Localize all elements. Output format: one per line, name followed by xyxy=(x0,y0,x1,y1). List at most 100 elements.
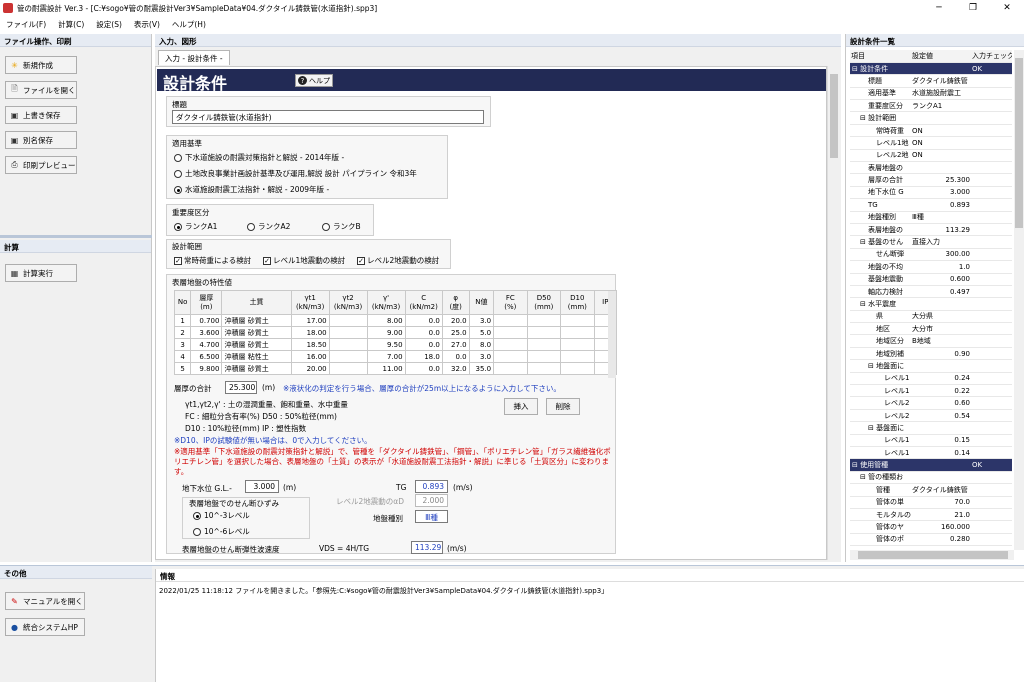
conditions-row[interactable]: ⊟ 水平震度 xyxy=(850,297,1012,311)
pane-divider[interactable] xyxy=(0,235,152,238)
soil-cell[interactable] xyxy=(526,362,562,375)
soil-cell[interactable] xyxy=(328,362,368,375)
soil-cell[interactable] xyxy=(526,350,562,363)
conditions-row[interactable]: 県大分県 xyxy=(850,310,1012,324)
form-scrollbar[interactable] xyxy=(827,66,839,560)
soil-row[interactable]: 3 4.700 沖積層 砂質土 18.50 9.50 0.0 27.0 8.0 xyxy=(173,338,618,351)
menu-help[interactable]: ヘルプ(H) xyxy=(166,19,212,30)
conditions-row[interactable]: 地下水位 G 3.000 xyxy=(850,186,1012,200)
conditions-row[interactable]: レベル1地 ON xyxy=(850,136,1012,150)
soil-cell[interactable] xyxy=(560,350,595,363)
standard-option-sewer[interactable]: 下水道施設の耐震対策指針と解説 - 2014年版 - xyxy=(174,152,344,163)
conditions-row[interactable]: レベル2地 ON xyxy=(850,149,1012,163)
soil-cell[interactable]: 3.0 xyxy=(468,314,495,327)
new-file-button[interactable]: ✳ 新規作成 xyxy=(5,56,77,74)
soil-cell[interactable]: 18.50 xyxy=(290,338,330,351)
soil-row[interactable]: 5 9.800 沖積層 砂質土 20.00 11.00 0.0 32.0 35.0 xyxy=(173,362,618,375)
soil-cell[interactable] xyxy=(560,338,595,351)
soil-row[interactable]: 2 3.600 沖積層 砂質土 18.00 9.00 0.0 25.0 5.0 xyxy=(173,326,618,339)
soil-cell[interactable] xyxy=(526,338,562,351)
conditions-row[interactable]: ⊟ 基盤面に xyxy=(850,421,1012,435)
soil-table-scrollbar[interactable] xyxy=(608,291,616,378)
conditions-row[interactable]: TG 0.893 xyxy=(850,198,1012,212)
soil-cell[interactable]: 沖積層 粘性土 xyxy=(221,350,292,363)
conditions-category-row[interactable]: ⊟ 使用管種 OK xyxy=(850,458,1012,472)
rank-a1-option[interactable]: ランクA1 xyxy=(174,221,217,232)
conditions-row[interactable]: 軸応力検討 0.497 xyxy=(850,285,1012,299)
title-input[interactable]: ダクタイル鋳鉄管(水道指針) xyxy=(172,110,484,124)
strain-1e-3-option[interactable]: 10^-3レベル xyxy=(193,510,250,521)
soil-cell[interactable] xyxy=(526,314,562,327)
soil-cell[interactable]: 18.00 xyxy=(290,326,330,339)
soil-cell[interactable]: 20.0 xyxy=(441,314,470,327)
conditions-row[interactable]: モルタルの 21.0 xyxy=(850,508,1012,522)
rank-b-option[interactable]: ランクB xyxy=(322,221,361,232)
conditions-row[interactable]: レベル1 0.24 xyxy=(850,372,1012,386)
menu-view[interactable]: 表示(V) xyxy=(128,19,166,30)
soil-cell[interactable]: 32.0 xyxy=(441,362,470,375)
soil-cell[interactable]: 8.00 xyxy=(366,314,406,327)
soil-cell[interactable] xyxy=(560,314,595,327)
soil-cell[interactable] xyxy=(328,326,368,339)
soil-cell[interactable]: 6.500 xyxy=(190,350,223,363)
maximize-button[interactable]: ❐ xyxy=(956,0,990,16)
conditions-row[interactable]: 地域区分 B地域 xyxy=(850,334,1012,348)
delete-row-button[interactable]: 削除 xyxy=(546,398,580,415)
soil-cell[interactable] xyxy=(560,362,595,375)
conditions-row[interactable]: 表層地盤の 113.29 xyxy=(850,223,1012,237)
conditions-row[interactable]: 層厚の合計 25.300 xyxy=(850,173,1012,187)
soil-cell[interactable] xyxy=(493,362,528,375)
conditions-table[interactable]: 項目 設定値 入力チェック ⊟ 設計条件 OK 標題 ダクタイル鋳鉄管 適用基準 水道施設… xyxy=(850,50,1012,547)
strain-1e-6-option[interactable]: 10^-6レベル xyxy=(193,526,250,537)
soil-cell[interactable]: 0.700 xyxy=(190,314,223,327)
conditions-row[interactable]: 地区 大分市 xyxy=(850,322,1012,336)
conditions-row[interactable]: 管体のヤ 160.000 xyxy=(850,520,1012,534)
conditions-row[interactable]: レベル1 0.14 xyxy=(850,446,1012,460)
soil-cell[interactable] xyxy=(328,338,368,351)
soil-cell[interactable]: 7.00 xyxy=(366,350,406,363)
soil-cell[interactable]: 35.0 xyxy=(468,362,495,375)
conditions-row[interactable]: 地盤の不均 1.0 xyxy=(850,260,1012,274)
print-preview-button[interactable]: ⎙ 印刷プレビュー xyxy=(5,156,77,174)
form-scrollbar-thumb[interactable] xyxy=(830,74,838,158)
soil-cell[interactable]: 11.00 xyxy=(366,362,406,375)
conditions-row[interactable]: 管種 ダクタイル鋳鉄管 xyxy=(850,483,1012,497)
minimize-button[interactable]: ─ xyxy=(922,0,956,16)
soil-cell[interactable]: 9.800 xyxy=(190,362,223,375)
soil-cell[interactable]: 9.50 xyxy=(366,338,406,351)
soil-cell[interactable]: 18.0 xyxy=(404,350,443,363)
soil-cell[interactable]: 0.0 xyxy=(404,338,443,351)
conditions-hscrollbar[interactable] xyxy=(850,550,1014,560)
open-file-button[interactable]: 🗎 ファイルを開く xyxy=(5,81,77,99)
system-hp-button[interactable]: ● 統合システムHP xyxy=(5,618,85,636)
conditions-row[interactable]: レベル1 0.15 xyxy=(850,434,1012,448)
conditions-row[interactable]: ⊟ 管の種類お xyxy=(850,471,1012,485)
run-calc-button[interactable]: ▦ 計算実行 xyxy=(5,264,77,282)
soil-cell[interactable]: 4.700 xyxy=(190,338,223,351)
rank-a2-option[interactable]: ランクA2 xyxy=(247,221,290,232)
soil-cell[interactable]: 3.0 xyxy=(468,350,495,363)
insert-row-button[interactable]: 挿入 xyxy=(504,398,538,415)
conditions-category-row[interactable]: ⊟ 設計条件 OK xyxy=(850,62,1012,76)
soil-cell[interactable]: 5.0 xyxy=(468,326,495,339)
soil-cell[interactable] xyxy=(526,326,562,339)
soil-cell[interactable]: 3.600 xyxy=(190,326,223,339)
menu-file[interactable]: ファイル(F) xyxy=(0,19,52,30)
soil-row[interactable]: 1 0.700 沖積層 砂質土 17.00 8.00 0.0 20.0 3.0 xyxy=(173,314,618,327)
conditions-row[interactable]: ⊟ 設計範囲 xyxy=(850,111,1012,125)
soil-cell[interactable]: 沖積層 砂質土 xyxy=(221,314,292,327)
conditions-row[interactable]: レベル2 0.60 xyxy=(850,396,1012,410)
save-as-button[interactable]: ▣ 別名保存 xyxy=(5,131,77,149)
soil-cell[interactable]: 27.0 xyxy=(441,338,470,351)
conditions-row[interactable]: 標題 ダクタイル鋳鉄管 xyxy=(850,74,1012,88)
conditions-row[interactable]: 常時荷重 ON xyxy=(850,124,1012,138)
soil-table[interactable]: No 層厚 (m) 土質 γt1 (kN/m3) γt2 (kN/m3) γ' (kN/m… xyxy=(173,290,618,375)
conditions-row[interactable]: 適用基準 水道施設耐震工 xyxy=(850,87,1012,101)
soil-cell[interactable]: 9.00 xyxy=(366,326,406,339)
gw-input[interactable]: 3.000 xyxy=(245,480,279,493)
soil-cell[interactable] xyxy=(560,326,595,339)
conditions-row[interactable]: 地盤種別 Ⅲ種 xyxy=(850,211,1012,224)
help-button[interactable]: ? ヘルプ xyxy=(295,74,333,87)
soil-cell[interactable] xyxy=(328,314,368,327)
soil-cell[interactable]: 0.0 xyxy=(441,350,470,363)
